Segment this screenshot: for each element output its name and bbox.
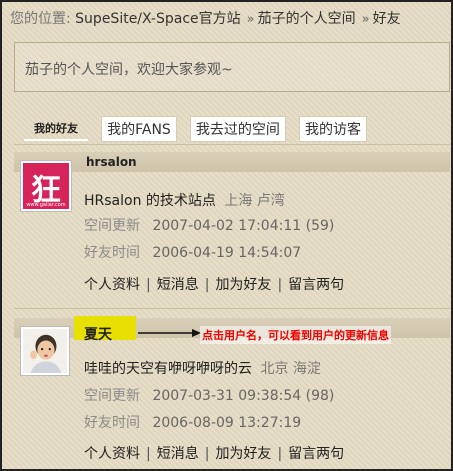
breadcrumb-link-site[interactable]: SupeSite/X-Space官方站 xyxy=(75,11,240,27)
friend-space-update-row: 空间更新 2007-03-31 09:38:54 (98) xyxy=(84,385,334,405)
breadcrumb: 您的位置: SupeSite/X-Space官方站» 茄子的个人空间» 好友 xyxy=(10,8,401,28)
breadcrumb-separator: » xyxy=(246,12,255,27)
friend-space-title[interactable]: 哇哇的天空有咿呀咿呀的云 xyxy=(84,361,252,377)
tab-my-friends[interactable]: 我的好友 xyxy=(24,117,88,141)
space-update-count: (59) xyxy=(305,218,335,234)
profile-link[interactable]: 个人资料 xyxy=(84,277,140,293)
friend-location: 北京 海淀 xyxy=(260,361,321,377)
friend-username-link[interactable]: 夏天 xyxy=(84,324,112,344)
message-link[interactable]: 短消息 xyxy=(157,277,199,293)
friend-space-update-row: 空间更新 2007-04-02 17:04:11 (59) xyxy=(84,215,334,235)
space-intro-box: 茄子的个人空间，欢迎大家参观~ xyxy=(14,42,450,92)
action-separator: | xyxy=(204,446,210,462)
friend-card-header xyxy=(14,152,450,172)
space-intro-text: 茄子的个人空间，欢迎大家参观~ xyxy=(25,62,233,78)
avatar-logo-url: www.galiar.com xyxy=(26,202,66,208)
action-separator: | xyxy=(277,277,283,293)
friend-actions: 个人资料 | 短消息 | 加为好友 | 留言两句 xyxy=(84,274,344,294)
profile-link[interactable]: 个人资料 xyxy=(84,446,140,462)
action-separator: | xyxy=(277,446,283,462)
annotation-callout: 点击用户名，可以看到用户的更新信息 xyxy=(200,326,391,344)
breadcrumb-separator: » xyxy=(361,12,370,27)
tab-visited-spaces[interactable]: 我去过的空间 xyxy=(189,116,286,142)
friend-time-value: 2006-08-09 13:27:19 xyxy=(152,415,302,431)
space-update-label: 空间更新 xyxy=(84,388,140,404)
friend-time-label: 好友时间 xyxy=(84,415,140,431)
card-divider xyxy=(14,308,450,309)
friend-time-row: 好友时间 2006-04-19 14:54:07 xyxy=(84,242,301,262)
space-update-label: 空间更新 xyxy=(84,218,140,234)
action-separator: | xyxy=(146,446,151,462)
friend-time-row: 好友时间 2006-08-09 13:27:19 xyxy=(84,412,301,432)
friend-avatar[interactable] xyxy=(20,326,70,376)
page-frame: 您的位置: SupeSite/X-Space官方站» 茄子的个人空间» 好友 茄子的… xyxy=(0,0,453,471)
avatar-child-photo xyxy=(23,329,67,373)
friend-username-link[interactable]: hrsalon xyxy=(86,155,137,169)
friend-card: hrsalon 狂 www.galiar.com HRsalon 的技术站点 上… xyxy=(14,152,450,304)
tab-my-fans[interactable]: 我的FANS xyxy=(101,116,177,142)
space-update-count: (98) xyxy=(305,388,335,404)
breadcrumb-link-friends[interactable]: 好友 xyxy=(373,11,401,27)
space-update-time: 2007-04-02 17:04:11 xyxy=(152,218,302,234)
add-friend-link[interactable]: 加为好友 xyxy=(215,446,271,462)
friend-time-value: 2006-04-19 14:54:07 xyxy=(152,245,302,261)
friend-location: 上海 卢湾 xyxy=(224,193,285,209)
friend-space-title-row: HRsalon 的技术站点 上海 卢湾 xyxy=(84,190,285,210)
message-link[interactable]: 短消息 xyxy=(157,446,199,462)
annotation-arrow-icon xyxy=(138,329,201,337)
tab-bar: 我的好友 我的FANS 我去过的空间 我的访客 xyxy=(24,116,375,142)
breadcrumb-label: 您的位置: xyxy=(10,11,71,27)
friend-actions: 个人资料 | 短消息 | 加为好友 | 留言两句 xyxy=(84,443,344,463)
add-friend-link[interactable]: 加为好友 xyxy=(215,277,271,293)
tab-my-visitors[interactable]: 我的访客 xyxy=(299,116,367,142)
leave-comment-link[interactable]: 留言两句 xyxy=(288,446,344,462)
action-separator: | xyxy=(204,277,210,293)
tab-underline xyxy=(14,144,450,145)
friend-space-title-row: 哇哇的天空有咿呀咿呀的云 北京 海淀 xyxy=(84,358,321,378)
breadcrumb-link-space[interactable]: 茄子的个人空间 xyxy=(258,11,356,27)
space-update-time: 2007-03-31 09:38:54 xyxy=(152,388,302,404)
avatar-logo-image: 狂 www.galiar.com xyxy=(23,163,69,209)
friend-card: 夏天 点击用户名，可以看到用户的更新信息 哇哇的天空有咿呀咿呀的云 北京 海淀 … xyxy=(14,316,450,469)
friend-space-title[interactable]: HRsalon 的技术站点 xyxy=(84,193,216,209)
friend-time-label: 好友时间 xyxy=(84,245,140,261)
friend-avatar[interactable]: 狂 www.galiar.com xyxy=(20,160,72,212)
leave-comment-link[interactable]: 留言两句 xyxy=(288,277,344,293)
action-separator: | xyxy=(146,277,151,293)
